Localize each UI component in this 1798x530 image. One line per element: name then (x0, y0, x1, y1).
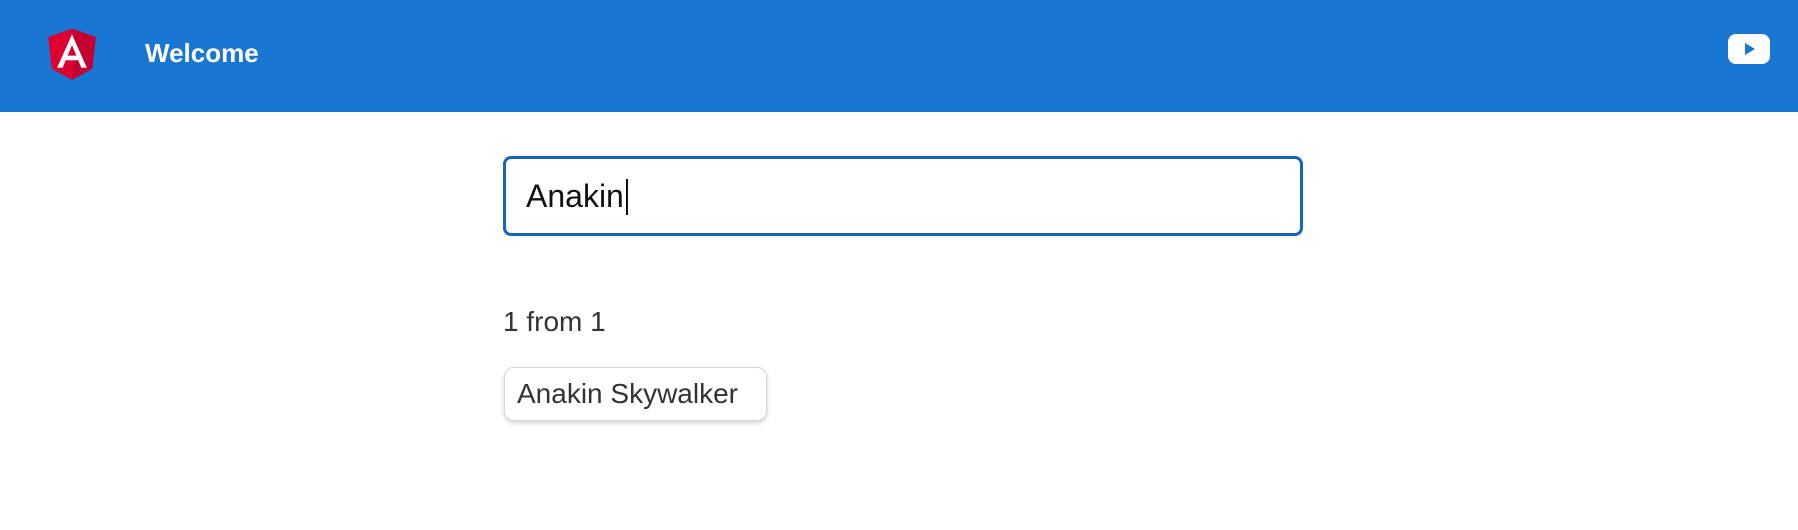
page-title: Welcome (145, 38, 259, 68)
text-caret (626, 179, 628, 215)
angular-logo-icon[interactable] (40, 20, 104, 86)
search-field[interactable] (503, 156, 1303, 236)
youtube-icon[interactable] (1728, 34, 1770, 64)
result-item-label: Anakin Skywalker (517, 378, 738, 409)
app-toolbar: Welcome (0, 0, 1798, 112)
result-item[interactable]: Anakin Skywalker (504, 367, 767, 421)
result-count: 1 from 1 (503, 306, 606, 337)
